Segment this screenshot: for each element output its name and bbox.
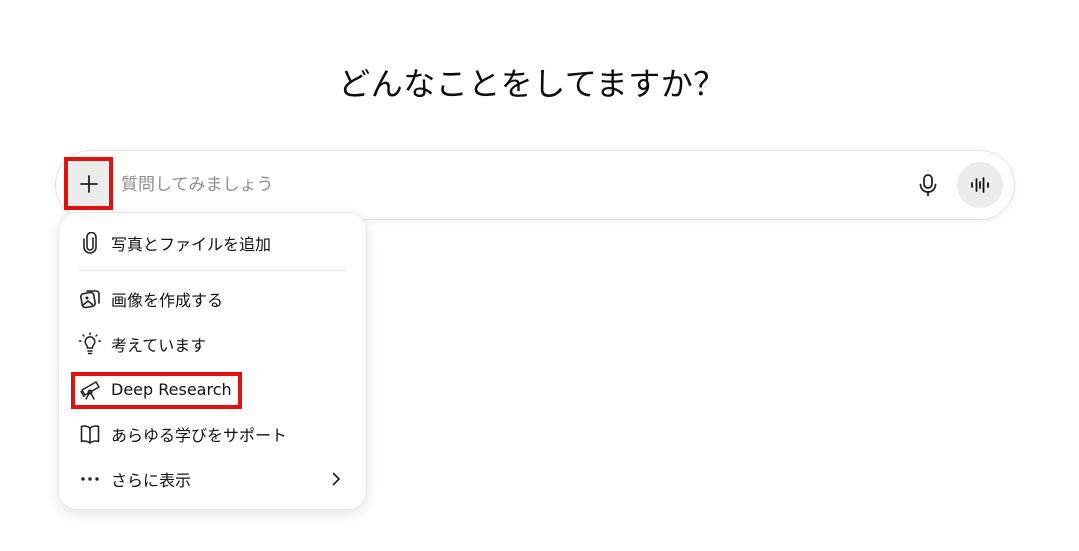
menu-item-deep-research[interactable]: Deep Research bbox=[78, 373, 348, 405]
image-create-icon bbox=[78, 287, 102, 311]
menu-item-label: あらゆる学びをサポート bbox=[111, 426, 288, 445]
lightbulb-icon bbox=[78, 332, 102, 356]
dictate-button[interactable] bbox=[913, 170, 943, 200]
menu-item-label: さらに表示 bbox=[111, 471, 192, 490]
plus-icon bbox=[80, 175, 98, 193]
menu-item-label: 画像を作成する bbox=[111, 291, 224, 310]
add-attachment-button[interactable] bbox=[68, 161, 110, 207]
voice-waveform-icon bbox=[971, 177, 989, 193]
voice-mode-button[interactable] bbox=[957, 162, 1003, 208]
chevron-right-icon bbox=[324, 467, 348, 491]
menu-item-label: 考えています bbox=[111, 336, 207, 355]
prompt-input-placeholder[interactable]: 質問してみましょう bbox=[121, 172, 274, 198]
menu-item-create-image[interactable]: 画像を作成する bbox=[78, 283, 348, 315]
microphone-icon bbox=[919, 174, 937, 197]
menu-item-more[interactable]: さらに表示 bbox=[78, 463, 348, 495]
menu-item-label: Deep Research bbox=[111, 379, 232, 399]
telescope-icon bbox=[78, 377, 102, 401]
menu-item-thinking[interactable]: 考えています bbox=[78, 328, 348, 360]
more-dots-icon bbox=[78, 467, 102, 491]
menu-item-label: 写真とファイルを追加 bbox=[111, 235, 272, 254]
page-title: どんなことをしてますか？ bbox=[338, 65, 726, 103]
open-book-icon bbox=[78, 422, 102, 446]
menu-item-add-files[interactable]: 写真とファイルを追加 bbox=[78, 227, 348, 259]
paperclip-icon bbox=[78, 231, 102, 255]
chat-home: どんなことをしてますか？ 質問してみましょう 写真とファイルを追加 画像を作成す… bbox=[0, 0, 1079, 551]
menu-item-study[interactable]: あらゆる学びをサポート bbox=[78, 418, 348, 450]
menu-divider bbox=[78, 270, 347, 271]
